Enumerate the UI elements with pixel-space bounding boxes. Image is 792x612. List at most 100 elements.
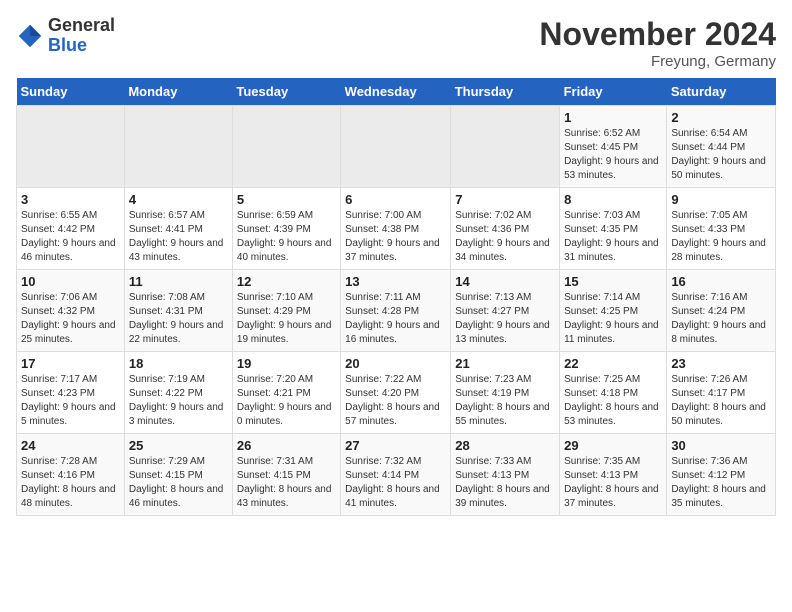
- day-number: 2: [671, 110, 771, 125]
- day-detail: Sunrise: 7:14 AM Sunset: 4:25 PM Dayligh…: [564, 291, 662, 347]
- day-number: 11: [129, 274, 228, 289]
- day-detail: Sunrise: 6:57 AM Sunset: 4:41 PM Dayligh…: [129, 209, 228, 265]
- calendar-week-row: 24 Sunrise: 7:28 AM Sunset: 4:16 PM Dayli…: [17, 434, 776, 516]
- calendar-cell: 26 Sunrise: 7:31 AM Sunset: 4:15 PM Dayli…: [232, 434, 340, 516]
- calendar-cell: 14 Sunrise: 7:13 AM Sunset: 4:27 PM Dayli…: [451, 270, 560, 352]
- day-detail: Sunrise: 6:52 AM Sunset: 4:45 PM Dayligh…: [564, 127, 662, 183]
- calendar-cell: 19 Sunrise: 7:20 AM Sunset: 4:21 PM Dayli…: [232, 352, 340, 434]
- calendar-cell: 13 Sunrise: 7:11 AM Sunset: 4:28 PM Dayli…: [341, 270, 451, 352]
- day-number: 3: [21, 192, 120, 207]
- calendar-cell: 25 Sunrise: 7:29 AM Sunset: 4:15 PM Dayli…: [124, 434, 232, 516]
- day-number: 10: [21, 274, 120, 289]
- weekday-header-sunday: Sunday: [17, 78, 125, 106]
- day-number: 21: [455, 356, 555, 371]
- day-detail: Sunrise: 7:29 AM Sunset: 4:15 PM Dayligh…: [129, 455, 228, 511]
- header: General Blue November 2024 Freyung, Germ…: [16, 16, 776, 70]
- day-detail: Sunrise: 7:31 AM Sunset: 4:15 PM Dayligh…: [237, 455, 336, 511]
- calendar-cell: 2 Sunrise: 6:54 AM Sunset: 4:44 PM Daylig…: [667, 106, 776, 188]
- calendar-week-row: 1 Sunrise: 6:52 AM Sunset: 4:45 PM Daylig…: [17, 106, 776, 188]
- logo-blue: Blue: [48, 35, 87, 55]
- day-detail: Sunrise: 7:28 AM Sunset: 4:16 PM Dayligh…: [21, 455, 120, 511]
- calendar-table: SundayMondayTuesdayWednesdayThursdayFrid…: [16, 78, 776, 516]
- day-detail: Sunrise: 7:13 AM Sunset: 4:27 PM Dayligh…: [455, 291, 555, 347]
- day-detail: Sunrise: 6:59 AM Sunset: 4:39 PM Dayligh…: [237, 209, 336, 265]
- day-number: 4: [129, 192, 228, 207]
- calendar-cell: 3 Sunrise: 6:55 AM Sunset: 4:42 PM Daylig…: [17, 188, 125, 270]
- day-number: 20: [345, 356, 446, 371]
- day-detail: Sunrise: 7:33 AM Sunset: 4:13 PM Dayligh…: [455, 455, 555, 511]
- calendar-cell: 12 Sunrise: 7:10 AM Sunset: 4:29 PM Dayli…: [232, 270, 340, 352]
- calendar-cell: 30 Sunrise: 7:36 AM Sunset: 4:12 PM Dayli…: [667, 434, 776, 516]
- weekday-header-thursday: Thursday: [451, 78, 560, 106]
- day-detail: Sunrise: 7:16 AM Sunset: 4:24 PM Dayligh…: [671, 291, 771, 347]
- day-number: 17: [21, 356, 120, 371]
- day-detail: Sunrise: 7:11 AM Sunset: 4:28 PM Dayligh…: [345, 291, 446, 347]
- weekday-header-wednesday: Wednesday: [341, 78, 451, 106]
- day-number: 24: [21, 438, 120, 453]
- calendar-cell: 23 Sunrise: 7:26 AM Sunset: 4:17 PM Dayli…: [667, 352, 776, 434]
- calendar-cell: 10 Sunrise: 7:06 AM Sunset: 4:32 PM Dayli…: [17, 270, 125, 352]
- day-number: 28: [455, 438, 555, 453]
- calendar-cell: 4 Sunrise: 6:57 AM Sunset: 4:41 PM Daylig…: [124, 188, 232, 270]
- calendar-cell: 17Sunrise: 7:17 AM Sunset: 4:23 PM Dayli…: [17, 352, 125, 434]
- calendar-cell: 9Sunrise: 7:05 AM Sunset: 4:33 PM Daylig…: [667, 188, 776, 270]
- day-number: 15: [564, 274, 662, 289]
- day-number: 22: [564, 356, 662, 371]
- calendar-week-row: 17Sunrise: 7:17 AM Sunset: 4:23 PM Dayli…: [17, 352, 776, 434]
- month-title: November 2024: [539, 16, 776, 53]
- calendar-cell: [17, 106, 125, 188]
- day-detail: Sunrise: 7:03 AM Sunset: 4:35 PM Dayligh…: [564, 209, 662, 265]
- calendar-cell: 22 Sunrise: 7:25 AM Sunset: 4:18 PM Dayli…: [560, 352, 667, 434]
- calendar-cell: 28 Sunrise: 7:33 AM Sunset: 4:13 PM Dayli…: [451, 434, 560, 516]
- day-detail: Sunrise: 6:54 AM Sunset: 4:44 PM Dayligh…: [671, 127, 771, 183]
- day-number: 5: [237, 192, 336, 207]
- day-number: 8: [564, 192, 662, 207]
- day-number: 27: [345, 438, 446, 453]
- day-detail: Sunrise: 7:19 AM Sunset: 4:22 PM Dayligh…: [129, 373, 228, 429]
- day-number: 23: [671, 356, 771, 371]
- calendar-cell: [232, 106, 340, 188]
- day-detail: Sunrise: 7:20 AM Sunset: 4:21 PM Dayligh…: [237, 373, 336, 429]
- day-number: 30: [671, 438, 771, 453]
- calendar-cell: 5 Sunrise: 6:59 AM Sunset: 4:39 PM Daylig…: [232, 188, 340, 270]
- calendar-cell: 29Sunrise: 7:35 AM Sunset: 4:13 PM Dayli…: [560, 434, 667, 516]
- day-detail: Sunrise: 6:55 AM Sunset: 4:42 PM Dayligh…: [21, 209, 120, 265]
- calendar-cell: 6 Sunrise: 7:00 AM Sunset: 4:38 PM Daylig…: [341, 188, 451, 270]
- day-detail: Sunrise: 7:23 AM Sunset: 4:19 PM Dayligh…: [455, 373, 555, 429]
- day-detail: Sunrise: 7:25 AM Sunset: 4:18 PM Dayligh…: [564, 373, 662, 429]
- day-detail: Sunrise: 7:00 AM Sunset: 4:38 PM Dayligh…: [345, 209, 446, 265]
- weekday-header-monday: Monday: [124, 78, 232, 106]
- day-number: 19: [237, 356, 336, 371]
- day-detail: Sunrise: 7:35 AM Sunset: 4:13 PM Dayligh…: [564, 455, 662, 511]
- day-number: 14: [455, 274, 555, 289]
- day-detail: Sunrise: 7:26 AM Sunset: 4:17 PM Dayligh…: [671, 373, 771, 429]
- weekday-header-saturday: Saturday: [667, 78, 776, 106]
- calendar-cell: 15 Sunrise: 7:14 AM Sunset: 4:25 PM Dayli…: [560, 270, 667, 352]
- calendar-cell: 7Sunrise: 7:02 AM Sunset: 4:36 PM Daylig…: [451, 188, 560, 270]
- calendar-cell: 20Sunrise: 7:22 AM Sunset: 4:20 PM Dayli…: [341, 352, 451, 434]
- weekday-header-friday: Friday: [560, 78, 667, 106]
- day-number: 26: [237, 438, 336, 453]
- calendar-cell: 16Sunrise: 7:16 AM Sunset: 4:24 PM Dayli…: [667, 270, 776, 352]
- calendar-cell: 11 Sunrise: 7:08 AM Sunset: 4:31 PM Dayli…: [124, 270, 232, 352]
- day-detail: Sunrise: 7:06 AM Sunset: 4:32 PM Dayligh…: [21, 291, 120, 347]
- calendar-cell: 21 Sunrise: 7:23 AM Sunset: 4:19 PM Dayli…: [451, 352, 560, 434]
- day-number: 25: [129, 438, 228, 453]
- calendar-cell: 8 Sunrise: 7:03 AM Sunset: 4:35 PM Daylig…: [560, 188, 667, 270]
- day-detail: Sunrise: 7:08 AM Sunset: 4:31 PM Dayligh…: [129, 291, 228, 347]
- day-number: 6: [345, 192, 446, 207]
- day-number: 12: [237, 274, 336, 289]
- calendar-cell: [124, 106, 232, 188]
- calendar-cell: 27Sunrise: 7:32 AM Sunset: 4:14 PM Dayli…: [341, 434, 451, 516]
- day-detail: Sunrise: 7:05 AM Sunset: 4:33 PM Dayligh…: [671, 209, 771, 265]
- day-number: 1: [564, 110, 662, 125]
- day-detail: Sunrise: 7:10 AM Sunset: 4:29 PM Dayligh…: [237, 291, 336, 347]
- day-number: 13: [345, 274, 446, 289]
- location: Freyung, Germany: [539, 53, 776, 70]
- day-detail: Sunrise: 7:02 AM Sunset: 4:36 PM Dayligh…: [455, 209, 555, 265]
- calendar-week-row: 10 Sunrise: 7:06 AM Sunset: 4:32 PM Dayli…: [17, 270, 776, 352]
- weekday-header-tuesday: Tuesday: [232, 78, 340, 106]
- day-detail: Sunrise: 7:36 AM Sunset: 4:12 PM Dayligh…: [671, 455, 771, 511]
- day-number: 18: [129, 356, 228, 371]
- calendar-cell: 24 Sunrise: 7:28 AM Sunset: 4:16 PM Dayli…: [17, 434, 125, 516]
